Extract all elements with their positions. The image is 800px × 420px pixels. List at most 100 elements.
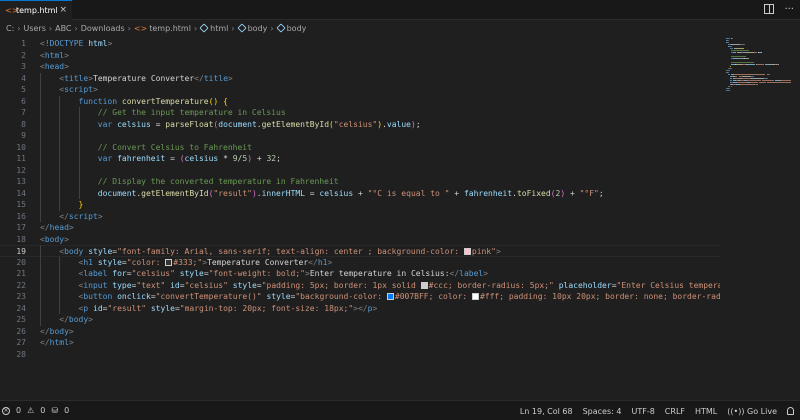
code-line[interactable]: 26 </body> (0, 326, 720, 338)
code-line[interactable]: 18 <body> (0, 234, 720, 246)
code-line[interactable]: 4 <title>Temperature Converter</title> (0, 73, 720, 85)
ports-icon[interactable]: ⛁ (51, 406, 58, 415)
code-token: #333;" (173, 257, 203, 267)
encoding[interactable]: UTF-8 (631, 407, 654, 416)
code-line[interactable]: 15 } (0, 199, 720, 211)
code-token: > (93, 85, 98, 94)
code-line[interactable]: 2 <html> (0, 50, 720, 62)
more-actions-icon[interactable]: ··· (784, 4, 794, 15)
line-number: 10 (16, 142, 26, 152)
status-bar: × 0 ⚠ 0 ⛁ 0 Ln 19, Col 68 Spaces: 4 UTF-… (0, 400, 800, 420)
element-icon (237, 23, 247, 33)
code-token: #ccc; border-radius: 5px;" (428, 280, 554, 290)
breadcrumb-item[interactable]: html (210, 24, 228, 33)
code-line[interactable]: 27 </html> (0, 337, 720, 349)
indent-guide (40, 245, 41, 326)
code-token: fahrenheit (463, 188, 513, 198)
color-swatch[interactable] (471, 293, 479, 300)
code-line[interactable]: 10 // Convert Celsius to Fahrenheit (0, 142, 720, 154)
code-line[interactable]: 1 <!DOCTYPE html> (0, 38, 720, 50)
color-swatch[interactable] (386, 293, 394, 300)
code-line[interactable]: 21 <label for="celsius" style="font-weig… (0, 268, 720, 280)
color-swatch[interactable] (165, 258, 173, 266)
minimap-mark (759, 82, 767, 83)
line-number: 14 (16, 188, 26, 198)
split-editor-icon[interactable] (764, 4, 775, 14)
language-mode[interactable]: HTML (695, 407, 717, 416)
close-icon[interactable]: × (59, 6, 67, 15)
color-swatch[interactable] (420, 281, 428, 289)
go-live-button[interactable]: ((•)) Go Live (727, 407, 777, 416)
code-token: </ (59, 315, 69, 324)
code-token: > (495, 247, 501, 256)
code-line[interactable]: 24 <p id="result" style="margin-top: 20p… (0, 303, 720, 315)
code-text: // Display the converted temperature in … (40, 176, 339, 188)
code-token: style (179, 269, 204, 278)
warning-icon[interactable]: ⚠ (27, 406, 34, 415)
error-icon[interactable]: × (2, 406, 10, 415)
code-line[interactable]: 14 document.getElementById("result").inn… (0, 188, 720, 200)
code-line[interactable]: 8 var celsius = parseFloat(document.getE… (0, 119, 720, 131)
code-line[interactable]: 7 // Get the input temperature in Celsiu… (0, 107, 720, 119)
breadcrumb-item[interactable]: Downloads (81, 24, 125, 33)
bell-icon[interactable] (787, 407, 794, 415)
code-editor[interactable]: 1 <!DOCTYPE html> 2 <html> 3 <head> 4 <title>T… (0, 36, 720, 400)
code-line[interactable]: 20 <h1 style="color: #333;">Temperature … (0, 257, 720, 269)
breadcrumb-item[interactable]: C: (6, 24, 14, 33)
minimap-mark (736, 82, 747, 83)
minimap-mark (748, 58, 750, 59)
indentation[interactable]: Spaces: 4 (583, 407, 622, 416)
color-swatch[interactable] (463, 248, 471, 255)
line-number: 28 (16, 349, 26, 359)
code-line[interactable]: 11 var fahrenheit = (celsius * 9/5) + 32… (0, 153, 720, 165)
tab-temp-html[interactable]: <> temp.html × (0, 0, 72, 20)
minimap-mark (767, 82, 792, 83)
code-line[interactable]: 28 (0, 349, 720, 361)
code-line[interactable]: 9 (0, 130, 720, 142)
line-number: 4 (21, 73, 26, 83)
breadcrumb-item[interactable]: Users (23, 24, 45, 33)
error-count[interactable]: 0 (16, 406, 21, 415)
code-line[interactable]: 13 // Display the converted temperature … (0, 176, 720, 188)
breadcrumb-item[interactable]: body (287, 24, 307, 33)
breadcrumb-item[interactable]: temp.html (149, 24, 191, 33)
minimap-mark (730, 46, 732, 47)
code-line[interactable]: 17 </head> (0, 222, 720, 234)
minimap-mark (757, 84, 759, 85)
code-line[interactable]: 16 </script> (0, 211, 720, 223)
code-token: > (64, 50, 69, 60)
code-token: "color: (126, 257, 166, 267)
code-token: "celsius" (184, 280, 228, 290)
code-token: title (203, 73, 228, 83)
code-line[interactable]: 5 <script> (0, 84, 720, 96)
breadcrumb-item[interactable]: ABC (55, 24, 71, 33)
line-ending[interactable]: CRLF (665, 407, 685, 416)
code-token: value (386, 119, 411, 129)
code-token: #fff; padding: 10px 20px; border: none; … (479, 292, 720, 301)
code-line[interactable]: 23 <button onclick="convertTemperature()… (0, 291, 720, 303)
cursor-position[interactable]: Ln 19, Col 68 (520, 407, 573, 416)
code-line[interactable]: 3 <head> (0, 61, 720, 73)
ports-count[interactable]: 0 (64, 406, 69, 415)
breadcrumb-item[interactable]: body (248, 24, 268, 33)
code-line[interactable]: 22 <input type="text" id="celsius" style… (0, 280, 720, 292)
code-token: "°C is equal to " (367, 188, 450, 198)
editor-actions: ··· (764, 4, 794, 15)
code-line[interactable]: 19 <body style="font-family: Arial, sans… (0, 245, 720, 257)
code-line[interactable]: 6 function convertTemperature() { (0, 96, 720, 108)
minimap-mark (732, 38, 734, 39)
code-token: + (353, 188, 368, 198)
code-token: var (97, 119, 113, 129)
code-token: > (97, 211, 103, 221)
code-token: script (64, 85, 93, 94)
minimap-mark (731, 68, 733, 69)
minimap[interactable] (720, 36, 800, 400)
code-line[interactable]: 25 </body> (0, 314, 720, 326)
line-number: 26 (16, 326, 26, 336)
warning-count[interactable]: 0 (40, 406, 45, 415)
code-token: "margin-top: 20px; font-size: 18px;" (179, 303, 354, 313)
code-line[interactable]: 12 (0, 165, 720, 177)
code-text: var fahrenheit = (celsius * 9/5) + 32; (40, 153, 281, 165)
